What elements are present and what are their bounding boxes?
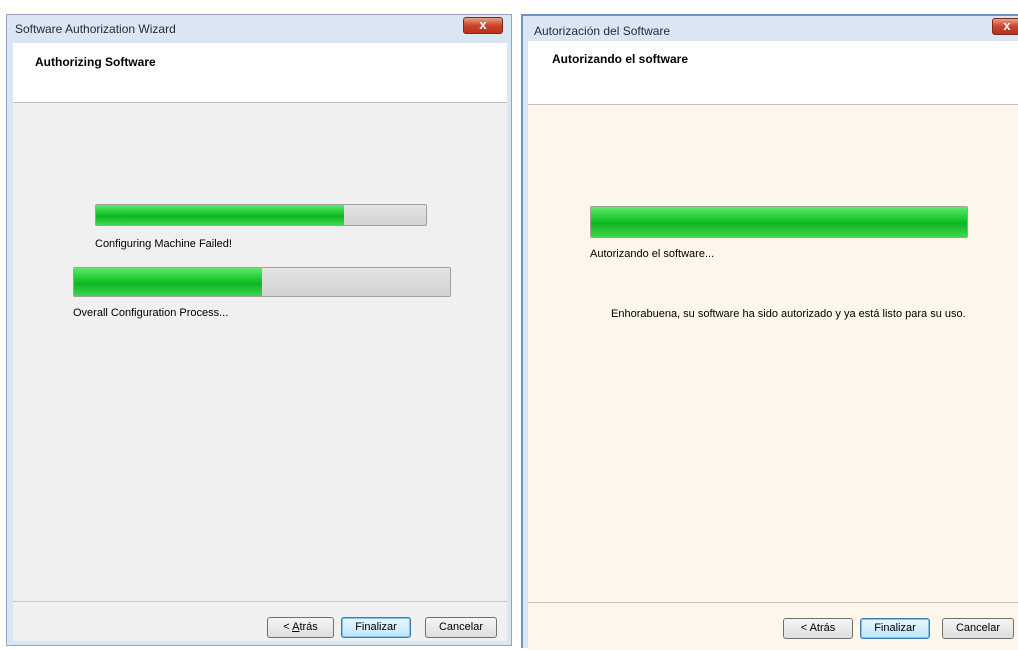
right-header-title: Autorizando el software: [552, 52, 689, 66]
right-header-panel: Autorizando el software: [528, 41, 1018, 105]
overall-config-progress-bar: [73, 267, 451, 297]
right-wizard-window: Autorización del Software x Autorizando …: [521, 14, 1018, 650]
overall-config-progress-fill: [74, 268, 262, 296]
left-close-button[interactable]: x: [463, 17, 503, 34]
authorization-progress-bar: [590, 206, 968, 238]
left-header-panel: Authorizing Software: [13, 43, 507, 103]
close-icon: x: [1003, 18, 1011, 33]
authorization-status-label: Autorizando el software...: [590, 248, 715, 260]
left-footer-divider: [13, 601, 507, 602]
left-wizard-window: Software Authorization Wizard x Authoriz…: [6, 14, 512, 646]
left-finish-button[interactable]: Finalizar: [341, 617, 411, 638]
machine-config-progress-bar: [95, 204, 427, 226]
left-title-bar[interactable]: Software Authorization Wizard x: [7, 15, 511, 43]
right-finish-button[interactable]: Finalizar: [860, 618, 930, 639]
close-icon: x: [479, 17, 487, 32]
authorization-progress-fill: [591, 207, 967, 237]
right-footer-divider: [528, 602, 1018, 603]
left-window-title: Software Authorization Wizard: [15, 22, 176, 36]
overall-config-status-label: Overall Configuration Process...: [73, 307, 229, 319]
right-back-button[interactable]: < Atrás: [783, 618, 853, 639]
machine-config-status-label: Configuring Machine Failed!: [95, 238, 232, 250]
left-cancel-button[interactable]: Cancelar: [425, 617, 497, 638]
right-close-button[interactable]: x: [992, 18, 1018, 35]
authorization-success-message: Enhorabuena, su software ha sido autoriz…: [611, 308, 966, 320]
right-cancel-button[interactable]: Cancelar: [942, 618, 1014, 639]
left-content-area: Configuring Machine Failed! Overall Conf…: [13, 103, 507, 641]
right-content-area: Autorizando el software... Enhorabuena, …: [528, 105, 1018, 650]
right-window-title: Autorización del Software: [534, 24, 671, 38]
back-rest-text: trás: [299, 621, 318, 633]
back-arrow-text: <: [283, 621, 293, 633]
right-title-bar[interactable]: Autorización del Software x: [523, 16, 1018, 44]
left-back-button[interactable]: < Atrás: [267, 617, 334, 638]
left-header-title: Authorizing Software: [35, 55, 156, 69]
machine-config-progress-fill: [96, 205, 344, 225]
